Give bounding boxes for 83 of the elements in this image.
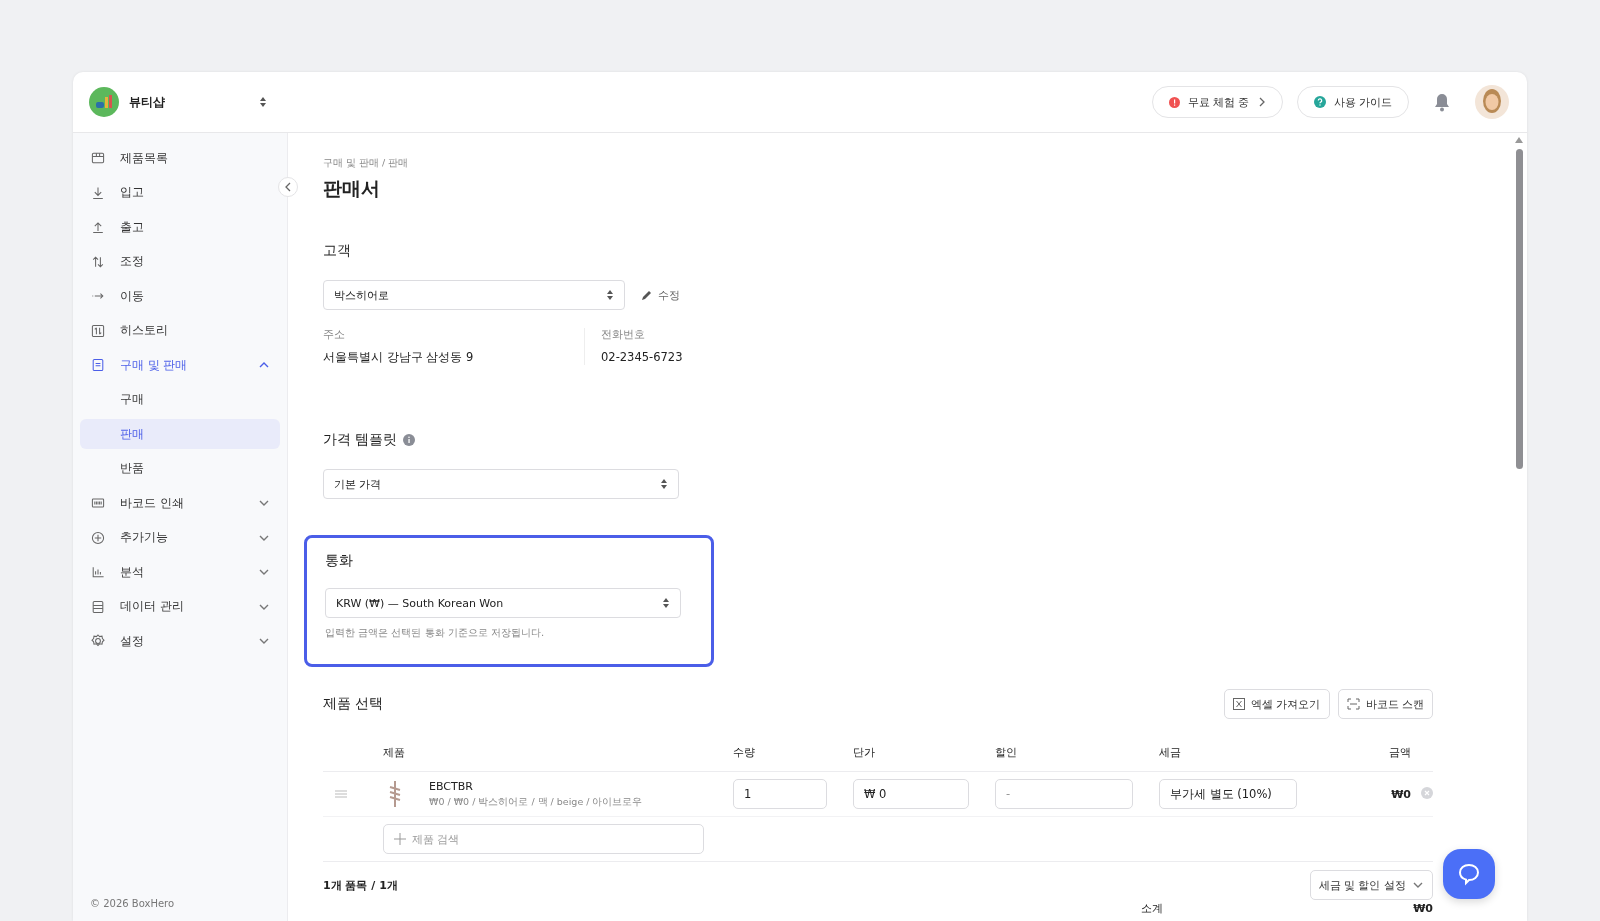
scan-icon	[1346, 698, 1360, 710]
chat-button[interactable]	[1443, 849, 1495, 899]
store-logo-icon	[89, 87, 119, 117]
page-title: 판매서	[323, 176, 381, 201]
sidebar-item[interactable]: 조정	[80, 246, 280, 277]
tax-discount-settings-button[interactable]: 세금 및 할인 설정	[1309, 870, 1433, 900]
field-label: 주소	[323, 328, 346, 342]
menu-icon	[90, 357, 106, 373]
customer-select[interactable]: 박스히어로	[323, 280, 625, 310]
product-details: ₩0 / ₩0 / 박스히어로 / 맥 / beige / 아이브로우	[429, 795, 643, 809]
menu-icon	[90, 150, 106, 166]
alert-icon	[1168, 96, 1180, 108]
barcode-scan-button[interactable]: 바코드 스캔	[1337, 689, 1433, 719]
sidebar-item[interactable]: 이동	[80, 281, 280, 311]
quantity-field[interactable]: 1	[733, 779, 827, 809]
menu-icon	[90, 322, 106, 339]
unit-price-field[interactable]: ₩ 0	[853, 779, 969, 809]
guide-button[interactable]: 사용 가이드	[1296, 86, 1409, 118]
spreadsheet-icon	[1233, 698, 1245, 710]
sidebar-item[interactable]: 제품목록	[80, 143, 280, 173]
chat-bubble-icon	[1457, 862, 1481, 886]
chevron-right-icon	[1257, 97, 1266, 107]
drag-handle-icon[interactable]	[335, 789, 347, 798]
menu-icon	[90, 529, 106, 546]
edit-link[interactable]: 수정	[641, 287, 680, 303]
scroll-up-icon[interactable]	[1515, 137, 1523, 143]
info-icon[interactable]	[403, 434, 416, 446]
sidebar-subitem[interactable]: 판매	[80, 419, 280, 449]
column-header: 제품	[383, 745, 405, 759]
hint-text: 입력한 금액은 선택된 통화 기준으로 저장됩니다.	[325, 626, 546, 640]
trial-badge[interactable]: 무료 체험 중	[1151, 86, 1283, 118]
select-arrows-icon	[259, 96, 267, 108]
sidebar-item[interactable]: 구매 및 판매	[80, 350, 280, 380]
sidebar-subitem[interactable]: 반품	[80, 453, 280, 484]
address-value: 서울특별시 강남구 삼성동 9	[323, 350, 475, 365]
menu-icon	[90, 598, 106, 615]
item-count: 1개 품목 / 1개	[323, 877, 398, 893]
subtotal-value: ₩0	[1413, 902, 1433, 915]
currency-select[interactable]: KRW (₩) — South Korean Won	[325, 588, 681, 618]
select-arrows-icon	[660, 478, 668, 490]
sidebar-item[interactable]: 분석	[80, 557, 280, 587]
section-heading: 제품 선택	[323, 695, 384, 713]
sidebar-subitem[interactable]: 구매	[80, 384, 280, 415]
column-header: 세금	[1159, 745, 1181, 759]
copyright: © 2026 BoxHero	[89, 898, 176, 909]
menu-icon	[90, 495, 106, 511]
section-heading: 가격 템플릿	[323, 431, 398, 449]
column-header: 금액	[1389, 745, 1411, 759]
phone-value: 02-2345-6723	[601, 350, 683, 364]
menu-icon	[90, 184, 106, 201]
column-header: 할인	[995, 745, 1017, 759]
store-name: 뷰티샵	[129, 93, 166, 111]
menu-icon	[90, 564, 106, 580]
sidebar-item[interactable]: 데이터 관리	[80, 591, 280, 622]
sidebar-item[interactable]: 추가기능	[80, 522, 280, 553]
sidebar-item[interactable]: 설정	[80, 626, 280, 656]
menu-icon	[90, 253, 106, 270]
column-header: 수량	[733, 745, 755, 759]
sidebar-item[interactable]: 입고	[80, 177, 280, 208]
select-arrows-icon	[606, 289, 614, 301]
avatar[interactable]	[1475, 85, 1509, 119]
section-heading: 고객	[323, 242, 351, 260]
chevron-left-icon	[284, 182, 292, 192]
collapse-sidebar-button[interactable]	[278, 177, 298, 197]
select-arrows-icon	[662, 597, 670, 609]
field-label: 전화번호	[601, 328, 646, 342]
amount-value: ₩0	[1391, 787, 1411, 801]
tax-field[interactable]: 부가세 별도 (10%)	[1159, 779, 1297, 809]
excel-import-button[interactable]: 엑셀 가져오기	[1224, 689, 1330, 719]
price-template-select[interactable]: 기본 가격	[323, 469, 679, 499]
product-name: EBCTBR	[429, 779, 474, 793]
sidebar-item[interactable]: 바코드 인쇄	[80, 488, 280, 518]
breadcrumb: 구매 및 판매 / 판매	[323, 157, 410, 170]
plus-icon	[394, 833, 406, 845]
subtotal-label: 소계	[1141, 902, 1164, 915]
sidebar-item[interactable]: 히스토리	[80, 315, 280, 346]
column-header: 단가	[853, 745, 875, 759]
help-icon	[1313, 96, 1326, 108]
notification-bell-icon[interactable]	[1433, 92, 1451, 112]
section-heading: 통화	[325, 552, 353, 570]
pencil-icon	[641, 289, 652, 301]
sidebar-item[interactable]: 출고	[80, 212, 280, 242]
menu-icon	[90, 633, 106, 649]
